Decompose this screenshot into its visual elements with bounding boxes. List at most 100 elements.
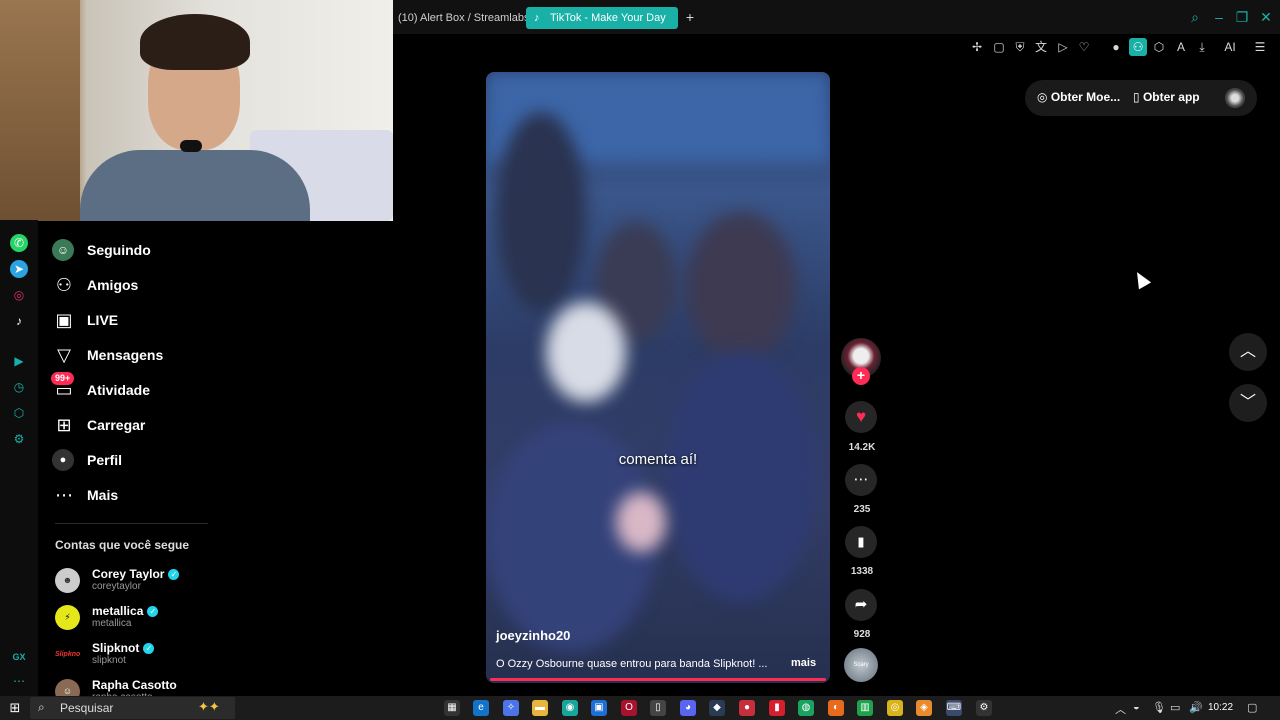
get-app-button[interactable]: ▯ Obter app xyxy=(1133,90,1200,104)
rail-more-icon[interactable]: ⋯ xyxy=(10,672,28,690)
avatar: ⚡ xyxy=(55,605,80,630)
sidebar-item-following[interactable]: ☺ Seguindo xyxy=(52,237,212,263)
keyboard-icon[interactable]: ⌨ xyxy=(946,700,962,716)
gx-extension-icon[interactable]: ⚇ xyxy=(1129,38,1147,56)
taskbar-clock[interactable]: 10:22 xyxy=(1208,702,1233,713)
messages-icon: ▽ xyxy=(57,345,71,365)
sidebar-item-upload[interactable]: ⊞ Carregar xyxy=(52,412,212,438)
app-icon[interactable]: ▮ xyxy=(769,700,785,716)
settings-app-icon[interactable]: ⚙ xyxy=(976,700,992,716)
volume-icon[interactable]: 🔊 xyxy=(1189,701,1203,714)
whatsapp-icon[interactable]: ✆ xyxy=(10,234,28,252)
app-icon[interactable]: ◉ xyxy=(562,700,578,716)
video-progress-bar[interactable] xyxy=(490,678,826,681)
tray-app-icon[interactable]: ◒ xyxy=(1133,701,1140,713)
copilot-icon[interactable]: ✧ xyxy=(503,700,519,716)
notifications-icon[interactable]: ▢ xyxy=(1247,701,1257,714)
share-button[interactable]: ➦ xyxy=(845,589,877,621)
sidebar-item-label: Amigos xyxy=(87,277,139,293)
vpn-icon[interactable]: ● xyxy=(1107,38,1125,56)
video-username[interactable]: joeyzinho20 xyxy=(496,628,570,643)
sidebar-item-label: Mensagens xyxy=(87,347,164,363)
live-icon: ▣ xyxy=(55,310,73,330)
store-icon[interactable]: ▣ xyxy=(591,700,607,716)
save-count: 1338 xyxy=(850,566,874,577)
profile-avatar[interactable] xyxy=(1225,88,1245,108)
search-icon[interactable]: ⌕ xyxy=(1187,9,1203,25)
like-button[interactable]: ♥ xyxy=(845,401,877,433)
extensions-rail-icon[interactable]: ⬡ xyxy=(10,404,28,422)
network-icon[interactable]: ▭ xyxy=(1170,701,1180,714)
pin-icon[interactable]: ✢ xyxy=(968,38,986,56)
player-icon[interactable]: ▶ xyxy=(10,352,28,370)
account-name: Corey Taylor ✓ xyxy=(92,567,180,581)
music-disc[interactable]: Scary xyxy=(844,648,878,682)
sidebar-item-live[interactable]: ▣ LIVE xyxy=(52,307,212,333)
video-player[interactable]: comenta aí! joeyzinho20 O Ozzy Osbourne … xyxy=(486,72,830,683)
phone-icon: ▯ xyxy=(1133,90,1143,104)
sidebar-item-activity[interactable]: ▭ 99+ Atividade xyxy=(51,372,212,403)
next-video-button[interactable]: ﹀ xyxy=(1229,384,1267,422)
tray-expand-icon[interactable]: ︿ xyxy=(1115,701,1126,717)
chrome-icon[interactable]: ◍ xyxy=(798,700,814,716)
sidebar-item-friends[interactable]: ⚇ Amigos xyxy=(52,272,212,298)
video-actions: + ♥ 14.2K ⋯ 235 ▮ 1338 ➦ 928 Scary xyxy=(840,338,884,688)
ai-button[interactable]: AI xyxy=(1217,38,1243,56)
download-icon[interactable]: ⤓ xyxy=(1193,38,1211,56)
gx-icon[interactable]: GX xyxy=(10,648,28,666)
terminal-icon[interactable]: ▯ xyxy=(650,700,666,716)
play-icon[interactable]: ▷ xyxy=(1054,38,1072,56)
telegram-icon[interactable]: ➤ xyxy=(10,260,28,278)
profile-icon: ● xyxy=(52,449,74,471)
app-icon[interactable]: ◈ xyxy=(916,700,932,716)
account-item[interactable]: ☻ Corey Taylor ✓ coreytaylor xyxy=(55,565,215,597)
sidebar-item-more[interactable]: ⋯ Mais xyxy=(52,482,212,508)
instagram-icon[interactable]: ◎ xyxy=(10,286,28,304)
follow-button[interactable]: + xyxy=(852,367,870,385)
app-icon[interactable]: ◎ xyxy=(887,700,903,716)
get-coins-button[interactable]: ◎ Obter Moe... xyxy=(1037,90,1120,104)
sidebar-item-messages[interactable]: ▽ Mensagens xyxy=(52,342,212,368)
restore-icon[interactable]: ❐ xyxy=(1234,9,1250,25)
microphone-app-icon[interactable]: ● xyxy=(739,700,755,716)
close-icon[interactable]: ✕ xyxy=(1258,9,1274,25)
windows-start-icon[interactable]: ⊞ xyxy=(7,700,23,716)
tab-streamlabs[interactable]: (10) Alert Box / Streamlabs xyxy=(388,7,539,29)
comment-button[interactable]: ⋯ xyxy=(845,464,877,496)
task-view-icon[interactable]: ▦ xyxy=(444,700,460,716)
history-icon[interactable]: ◷ xyxy=(10,378,28,396)
settings-icon[interactable]: ⚙ xyxy=(10,430,28,448)
edge-icon[interactable]: e xyxy=(473,700,489,716)
previous-video-button[interactable]: ︿ xyxy=(1229,333,1267,371)
account-item[interactable]: Slipknot Slipknot ✓ slipknot xyxy=(55,639,215,671)
app-icon[interactable]: ◆ xyxy=(709,700,725,716)
minimize-icon[interactable]: – xyxy=(1211,9,1227,25)
more-link[interactable]: mais xyxy=(791,657,816,669)
webcam-wardrobe xyxy=(0,0,80,221)
share-count: 928 xyxy=(853,629,871,640)
tiktok-icon[interactable]: ♪ xyxy=(10,312,28,330)
firefox-icon[interactable]: ◐ xyxy=(828,700,844,716)
extensions-icon[interactable]: ⬡ xyxy=(1150,38,1168,56)
video-caption-overlay: comenta aí! xyxy=(618,451,698,468)
mic-icon[interactable]: 🎙 xyxy=(1152,701,1166,714)
shield-icon[interactable]: ⛨ xyxy=(1011,38,1029,56)
discord-icon[interactable]: ◕ xyxy=(680,700,696,716)
tab-tiktok[interactable]: ♪ TikTok - Make Your Day xyxy=(526,7,678,29)
sidebar-item-label: Seguindo xyxy=(87,242,151,258)
taskbar-search-input[interactable]: ⌕ Pesquisar ✦✦ xyxy=(30,697,235,719)
new-tab-button[interactable]: + xyxy=(683,9,697,25)
account-item[interactable]: ⚡ metallica ✓ metallica xyxy=(55,602,215,634)
search-placeholder: Pesquisar xyxy=(60,701,114,715)
screenshot-icon[interactable]: ▢ xyxy=(990,38,1008,56)
font-icon[interactable]: A xyxy=(1172,38,1190,56)
app-icon[interactable]: ▥ xyxy=(857,700,873,716)
menu-icon[interactable]: ☰ xyxy=(1251,38,1269,56)
heart-icon[interactable]: ♡ xyxy=(1075,38,1093,56)
sidebar-item-profile[interactable]: ● Perfil xyxy=(52,447,212,473)
opera-gx-icon[interactable]: O xyxy=(621,700,637,716)
windows-taskbar: ⊞ ⌕ Pesquisar ✦✦ ▦ e ✧ ▬ ◉ ▣ O ▯ ◕ ◆ ● ▮… xyxy=(0,696,1280,720)
bookmark-button[interactable]: ▮ xyxy=(845,526,877,558)
translate-icon[interactable]: 文 xyxy=(1032,38,1050,56)
file-explorer-icon[interactable]: ▬ xyxy=(532,700,548,716)
